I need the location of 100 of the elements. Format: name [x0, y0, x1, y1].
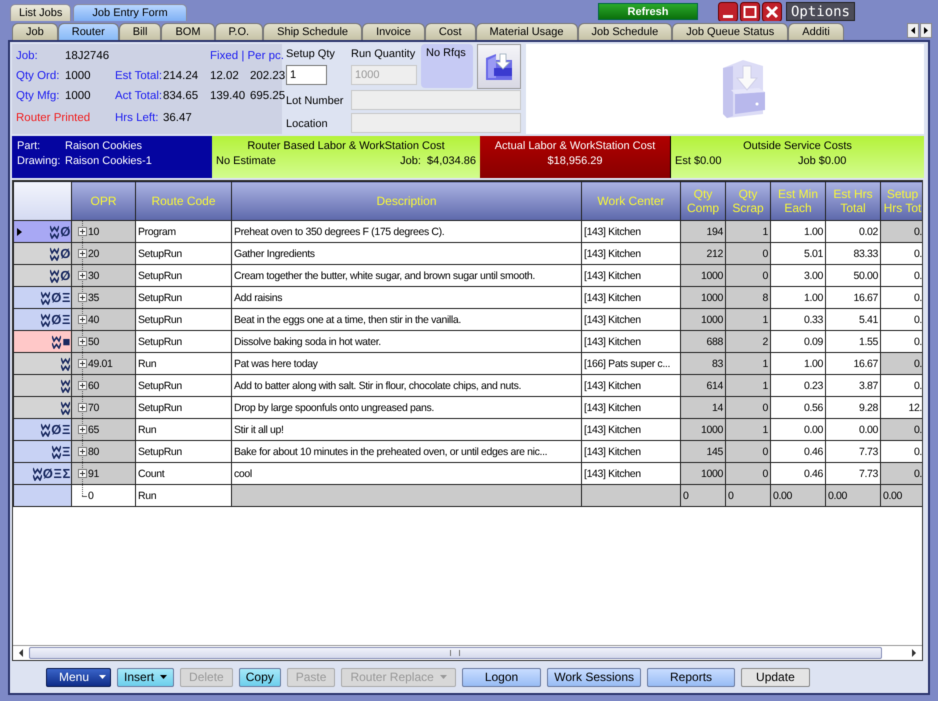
row-header[interactable]: Ξ: [14, 440, 72, 462]
table-cell: 1.00: [770, 220, 826, 242]
table-cell: [143] Kitchen: [582, 418, 680, 440]
import-button[interactable]: [477, 44, 521, 89]
status-symbol: Ø: [51, 312, 61, 327]
tab[interactable]: Invoice: [362, 23, 425, 40]
toolbar-button[interactable]: Reports: [647, 668, 736, 686]
table-cell: 65: [72, 418, 136, 440]
expand-icon[interactable]: [78, 425, 87, 434]
row-header[interactable]: Ø: [14, 242, 72, 264]
maximize-icon[interactable]: [740, 2, 760, 22]
table-cell: [143] Kitchen: [582, 330, 680, 352]
row-header[interactable]: ØΞ: [14, 286, 72, 308]
row-header[interactable]: ØΞ: [14, 308, 72, 330]
table-cell: 50.00: [826, 264, 880, 286]
row-header[interactable]: Ø: [14, 264, 72, 286]
expand-icon[interactable]: [78, 315, 87, 324]
job-cost: Job $0.00: [798, 155, 846, 167]
work-icon: [50, 224, 60, 238]
row-header[interactable]: ØΞ: [14, 418, 72, 440]
row-header[interactable]: [14, 484, 72, 506]
row-header[interactable]: [14, 352, 72, 374]
work-icon: [52, 444, 61, 458]
tab[interactable]: Cost: [424, 23, 476, 40]
table-cell: Gather Ingredients: [232, 242, 582, 264]
table-cell: 9.28: [826, 396, 880, 418]
tab[interactable]: P.O.: [214, 23, 264, 40]
expand-icon[interactable]: [78, 293, 87, 302]
table-cell: 0: [72, 484, 136, 506]
document-tab[interactable]: List Jobs: [10, 4, 72, 21]
work-icon: [32, 466, 42, 480]
refresh-button[interactable]: Refresh: [598, 3, 698, 20]
scroll-right-icon[interactable]: [920, 23, 932, 38]
document-tab[interactable]: Job Entry Form: [73, 4, 187, 21]
tab[interactable]: Job: [12, 23, 58, 40]
minimize-icon[interactable]: [718, 2, 738, 22]
table-cell: SetupRun: [136, 242, 232, 264]
field-value: 834.65: [163, 90, 200, 102]
table-cell: 35: [72, 286, 136, 308]
field-value: 214.24: [163, 70, 200, 82]
total-cell: 0.00: [826, 484, 880, 506]
table-cell: 7.73: [826, 440, 880, 462]
expand-icon[interactable]: [78, 249, 87, 258]
expand-icon[interactable]: [78, 337, 87, 346]
tab[interactable]: Bill: [118, 23, 162, 40]
table-cell: 2: [726, 330, 770, 352]
expand-icon[interactable]: [78, 271, 87, 280]
status-symbol: Ξ: [62, 312, 70, 327]
toolbar-button[interactable]: Copy: [238, 668, 281, 686]
scroll-left-icon[interactable]: [907, 23, 919, 38]
table-cell: 3.00: [770, 264, 826, 286]
options-button[interactable]: Options: [786, 2, 855, 21]
tab[interactable]: BOM: [161, 23, 215, 40]
toolbar-button[interactable]: Logon: [462, 668, 542, 686]
total-cell: 0.00: [770, 484, 826, 506]
work-icon: [41, 290, 50, 304]
status-symbol: Ξ: [54, 466, 62, 481]
scroll-right-icon[interactable]: [910, 648, 918, 658]
expand-icon[interactable]: [78, 381, 87, 390]
toolbar-button[interactable]: Insert: [117, 668, 174, 686]
tab[interactable]: Additi: [788, 23, 844, 40]
tab[interactable]: Job Queue Status: [672, 23, 788, 40]
row-header[interactable]: Ø: [14, 220, 72, 242]
work-icon: [61, 356, 70, 370]
tab[interactable]: Router: [58, 23, 119, 40]
panel-title: Router Based Labor & WorkStation Cost: [246, 140, 446, 152]
expand-icon[interactable]: [78, 403, 87, 412]
row-header[interactable]: ■: [14, 330, 72, 352]
expand-icon[interactable]: [78, 359, 87, 368]
table-cell: 83.33: [826, 242, 880, 264]
table-cell: 0.56: [770, 396, 826, 418]
expand-icon[interactable]: [78, 227, 87, 236]
table-cell: 3.87: [826, 374, 880, 396]
table-cell: 0.23: [770, 374, 826, 396]
row-header[interactable]: [14, 374, 72, 396]
table-cell: 49.01: [72, 352, 136, 374]
tab[interactable]: Job Schedule: [578, 23, 672, 40]
tab[interactable]: Ship Schedule: [263, 23, 362, 40]
row-header[interactable]: ØΞΣ: [14, 462, 72, 484]
table-cell: Dissolve baking soda in hot water.: [232, 330, 582, 352]
table-cell: 10: [72, 220, 136, 242]
close-icon[interactable]: [762, 2, 782, 22]
toolbar-button[interactable]: Update: [741, 668, 810, 686]
row-header[interactable]: [14, 396, 72, 418]
horizontal-scrollbar[interactable]: [13, 645, 922, 660]
expand-icon[interactable]: [78, 469, 87, 478]
table-cell: 70: [72, 396, 136, 418]
table-cell: 1: [726, 352, 770, 374]
expand-icon[interactable]: [78, 447, 87, 456]
table-cell: Run: [136, 418, 232, 440]
total-cell: 0.00: [880, 484, 922, 506]
toolbar-button[interactable]: Menu: [46, 668, 112, 686]
scroll-left-icon[interactable]: [17, 648, 25, 658]
toolbar-button[interactable]: Work Sessions: [547, 668, 642, 686]
table-cell: 1000: [680, 264, 726, 286]
setup-qty-field[interactable]: 1: [286, 65, 327, 85]
status-symbol: Ø: [60, 224, 70, 239]
tab[interactable]: Material Usage: [476, 23, 578, 40]
work-icon: [61, 400, 70, 414]
table-cell: 1000: [680, 462, 726, 484]
